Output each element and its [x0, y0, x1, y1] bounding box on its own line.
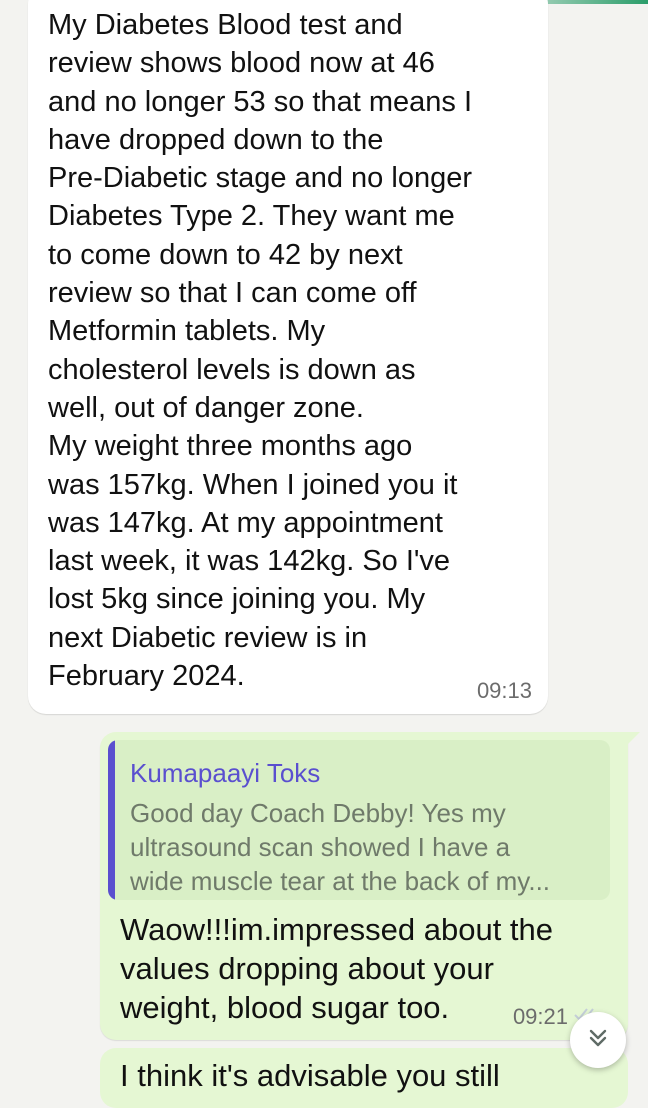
incoming-message-text: My Diabetes Blood test and review shows … — [48, 9, 473, 693]
outgoing-message-time: 09:21 — [512, 1004, 568, 1029]
scroll-to-bottom-button[interactable] — [570, 1012, 626, 1068]
quote-accent-bar — [108, 740, 115, 900]
outgoing-message-bubble[interactable]: Kumapaayi Toks Good day Coach Debby! Yes… — [100, 732, 640, 1040]
quoted-text: Good day Coach Debby! Yes my ultrasound … — [130, 798, 551, 896]
incoming-message-time: 09:13 — [476, 678, 532, 703]
bubble-tail — [626, 732, 640, 746]
incoming-message-bubble[interactable]: My Diabetes Blood test and review shows … — [28, 0, 548, 714]
double-chevron-down-icon — [585, 1025, 611, 1056]
next-message-bubble[interactable]: I think it's advisable you still — [100, 1048, 628, 1108]
next-message-text: I think it's advisable you still — [120, 1058, 500, 1093]
quoted-reply[interactable]: Kumapaayi Toks Good day Coach Debby! Yes… — [108, 740, 610, 900]
quoted-author: Kumapaayi Toks — [130, 758, 321, 788]
